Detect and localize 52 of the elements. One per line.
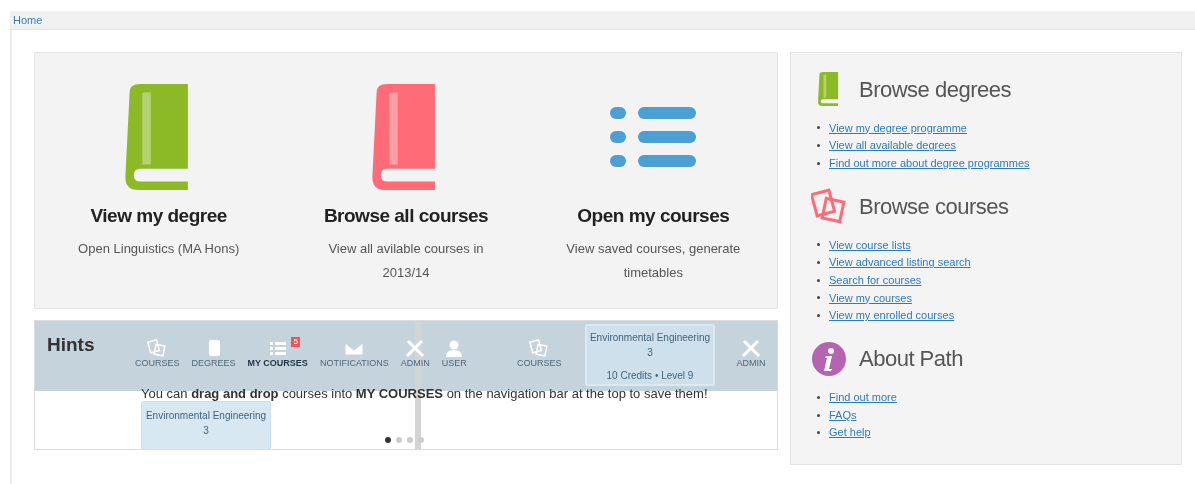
home-link[interactable]: Home	[13, 11, 43, 29]
hints-title: Hints	[47, 333, 95, 357]
sidebar-link[interactable]: View my degree programme	[829, 119, 967, 137]
section-heading: Browse courses	[859, 192, 1009, 221]
nav-label: COURSES	[135, 357, 180, 370]
card-number: 3	[647, 346, 653, 360]
user-icon	[444, 339, 465, 357]
bullet-icon	[817, 395, 820, 399]
nav-label: ADMIN	[736, 357, 766, 370]
tile-subtitle: View all avilable courses in 2013/14	[327, 239, 485, 282]
sidebar-link[interactable]: View all available degrees	[829, 137, 956, 154]
hint-text: You can drag and drop courses into MY COURSES on the navigation bar at the top to save them!	[141, 385, 708, 403]
tile-title[interactable]: Browse all courses	[323, 202, 489, 231]
count-badge: 5	[291, 337, 300, 347]
sidebar-link[interactable]: View course lists	[829, 236, 911, 254]
bullet-icon	[817, 314, 820, 318]
sidebar-link[interactable]: Find out more about degree programmes	[829, 154, 1030, 172]
nav-label: MY COURSES	[247, 357, 308, 370]
sidebar-link[interactable]: Find out more	[829, 389, 897, 406]
sidebar-link[interactable]: Search for courses	[829, 272, 922, 289]
cards-icon	[147, 339, 168, 357]
bullet-icon	[817, 243, 820, 247]
bullet-icon	[817, 161, 820, 165]
tile-subtitle: View saved courses, generate timetables	[565, 239, 742, 282]
cards-icon	[529, 339, 550, 357]
nav-label: NOTIFICATIONS	[319, 357, 389, 370]
sidebar-link[interactable]: Get help	[829, 424, 871, 441]
bullet-icon	[817, 144, 820, 148]
sidebar-link[interactable]: FAQs	[829, 406, 857, 424]
sidebar-link[interactable]: View my courses	[829, 289, 912, 307]
card-title: Environmental Engineering	[589, 331, 711, 345]
section-heading: Browse degrees	[859, 75, 1011, 104]
nav-label: ADMIN	[400, 357, 430, 370]
card-meta: 10 Credits • Level 9	[606, 369, 694, 383]
nav-label: COURSES	[517, 357, 562, 370]
section-heading: About Path	[859, 345, 963, 373]
list-icon	[267, 339, 288, 357]
sidebar-link[interactable]: View advanced listing search	[829, 254, 971, 271]
nav-label: DEGREES	[191, 357, 236, 370]
tile-title[interactable]: Open my courses	[577, 202, 730, 231]
card-title: Environmental Engineering	[145, 409, 267, 423]
bullet-icon	[817, 261, 820, 265]
tile-subtitle: Open Linguistics (MA Hons)	[77, 239, 241, 258]
tile-title[interactable]: View my degree	[90, 202, 227, 231]
bullet-icon	[817, 296, 820, 300]
bullet-icon	[817, 126, 820, 130]
bullet-icon	[817, 278, 820, 282]
bullet-icon	[817, 431, 820, 435]
bullet-icon	[817, 413, 820, 417]
nav-label: USER	[441, 357, 467, 370]
card-number: 3	[203, 424, 209, 438]
sidebar-link[interactable]: View my enrolled courses	[829, 307, 955, 324]
